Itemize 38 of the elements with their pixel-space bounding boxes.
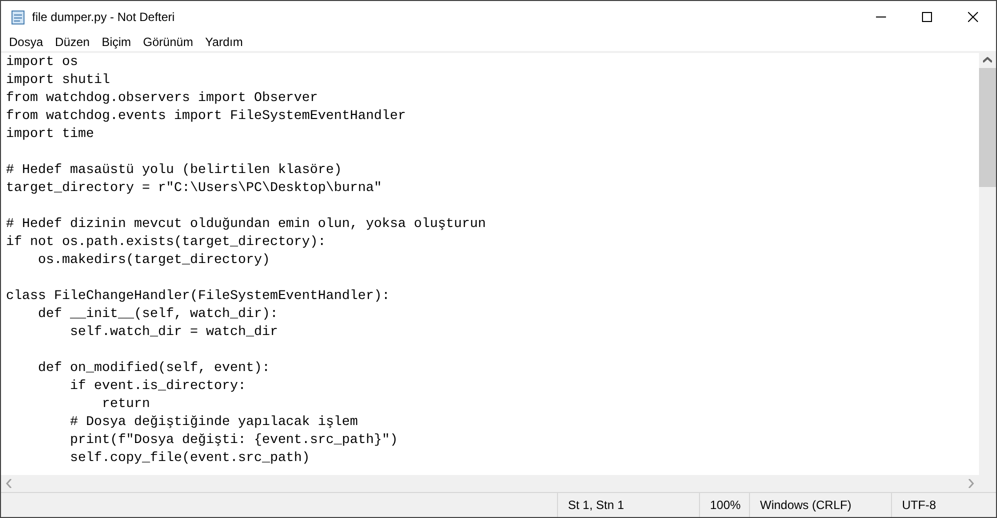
vertical-scrollbar[interactable] <box>979 53 996 475</box>
horizontal-scrollbar[interactable] <box>1 475 996 492</box>
menu-item[interactable]: Düzen <box>49 32 96 50</box>
code-line: self.copy_file(event.src_path) <box>68 451 310 466</box>
code-line: os.makedirs(target_directory) <box>36 253 270 268</box>
status-text: 100% <box>710 497 741 514</box>
code-line: # Dosya değiştiğinde yapılacak işlem <box>68 415 358 430</box>
code-line: if not os.path.exists(target_directory): <box>6 235 326 250</box>
code-line: # Hedef masaüstü yolu (belirtilen klasöre) <box>6 163 342 178</box>
code-line: from watchdog.events import FileSystemEventHandler <box>6 109 406 124</box>
code-line: from watchdog.observers import Observer <box>6 91 318 106</box>
maximize-icon <box>922 12 932 22</box>
notepad-icon <box>10 8 26 24</box>
code-line: print(f"Dosya değişti: {event.src_path}") <box>68 433 398 448</box>
code-line: class FileChangeHandler(FileSystemEventHandler): <box>6 289 390 304</box>
code-line: import shutil <box>6 73 110 88</box>
code-line: self.watch_dir = watch_dir <box>68 325 278 340</box>
code-line: import time <box>6 127 94 142</box>
code-line: if event.is_directory: <box>68 379 246 394</box>
scrollbar-thumb[interactable] <box>979 68 996 187</box>
code-line: return <box>100 397 150 412</box>
close-icon <box>968 12 978 22</box>
menu-item[interactable]: Yardım <box>199 32 249 50</box>
status-text: Windows (CRLF) <box>760 497 852 514</box>
scroll-up-icon <box>983 57 992 63</box>
scroll-right-icon <box>968 479 974 488</box>
code-line: import os <box>6 55 78 70</box>
code-line: target_directory = r"C:\Users\PC\Desktop\burna" <box>6 181 382 196</box>
menu-item[interactable]: Görünüm <box>137 32 200 50</box>
menu-item[interactable]: Biçim <box>96 32 138 50</box>
menu-item[interactable]: Dosya <box>3 32 50 50</box>
code-line: def on_modified(self, event): <box>36 361 270 376</box>
status-text: St 1, Stn 1 <box>568 497 624 514</box>
window-title: file dumper.py - Not Defteri <box>32 8 175 26</box>
code-line: # Hedef dizinin mevcut olduğundan emin olun, yoksa oluşturun <box>6 217 486 232</box>
scroll-left-icon <box>6 479 12 488</box>
status-text: UTF-8 <box>902 497 936 514</box>
code-line: def __init__(self, watch_dir): <box>36 307 278 322</box>
